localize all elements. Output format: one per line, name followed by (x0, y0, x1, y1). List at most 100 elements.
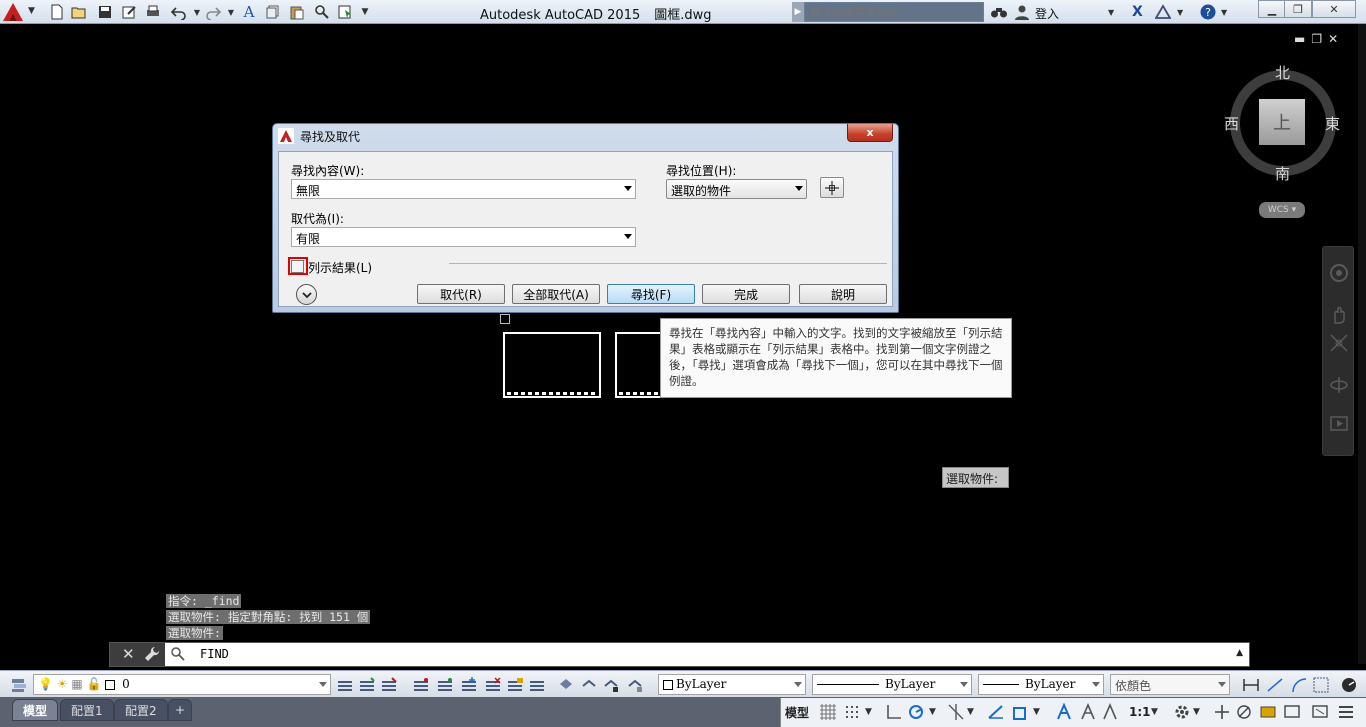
layer-combo[interactable]: 💡 ☀ ▦ 🔓 0 (33, 674, 331, 695)
clean-screen-toggle-icon[interactable] (1283, 703, 1301, 721)
properties-icon[interactable] (336, 3, 354, 21)
plot-style-combo[interactable]: 依顏色 (1110, 674, 1230, 695)
copy-icon[interactable] (264, 3, 282, 21)
object-snap-tracking-icon[interactable] (947, 703, 965, 721)
quick-calc-icon[interactable] (1340, 676, 1358, 694)
freeze-layer-icon[interactable] (460, 676, 478, 694)
customize-toolbar-icon[interactable]: ▼ (356, 3, 374, 21)
unisolate-layer-icon[interactable] (436, 676, 454, 694)
object-snap-icon[interactable] (987, 703, 1005, 721)
lineweight-combo[interactable]: ByLayer (978, 674, 1104, 695)
isolate-objects-icon[interactable] (1235, 703, 1253, 721)
wcs-menu[interactable]: WCS ▾ (1259, 202, 1305, 218)
close-icon[interactable]: ✕ (122, 645, 135, 663)
snap-dropdown-icon[interactable]: ▼ (865, 703, 883, 721)
layer-thaw-icon[interactable]: ☀ (57, 677, 68, 691)
compass-north[interactable]: 北 (1275, 62, 1290, 83)
done-button[interactable]: 完成 (702, 284, 790, 304)
make-current-layer-icon[interactable] (336, 676, 354, 694)
layer-walk-icon[interactable] (528, 676, 546, 694)
compass-east[interactable]: 東 (1325, 113, 1340, 134)
customization-menu-icon[interactable] (1337, 703, 1355, 721)
isolate-layer-icon[interactable] (412, 676, 430, 694)
chevron-down-icon[interactable] (1092, 682, 1100, 687)
close-window-button[interactable]: ✕ (1312, 0, 1356, 18)
find-button[interactable]: 尋找(F) (607, 284, 695, 304)
layer-unlock-icon[interactable]: 🔓 (87, 677, 102, 691)
paste-icon[interactable] (288, 3, 306, 21)
find-what-combo[interactable]: 無限 (291, 179, 636, 199)
showmotion-icon[interactable] (1329, 413, 1349, 433)
lock-layer-icon[interactable] (506, 676, 524, 694)
polar-tracking-icon[interactable] (907, 703, 925, 721)
redo-icon[interactable] (204, 3, 222, 21)
tab-layout2[interactable]: 配置2 (114, 699, 168, 721)
chevron-down-icon[interactable] (319, 682, 327, 687)
recent-commands-icon[interactable] (170, 646, 186, 662)
aligned-dimension-icon[interactable] (1266, 676, 1284, 694)
viewport-close-icon[interactable]: ✕ (1328, 32, 1344, 46)
help-dropdown-icon[interactable]: ▼ (1221, 3, 1227, 21)
chevron-up-icon[interactable]: ▲ (1236, 648, 1243, 658)
wrench-icon[interactable] (144, 646, 160, 662)
signin-label[interactable]: 登入 (1035, 5, 1059, 22)
tab-model[interactable]: 模型 (12, 699, 59, 721)
replace-with-combo[interactable]: 有限 (291, 227, 636, 247)
replace-all-button[interactable]: 全部取代(A) (512, 284, 600, 304)
match-layer-icon[interactable] (358, 676, 376, 694)
scale-dropdown-icon[interactable]: ▼ (1151, 703, 1169, 721)
replace-button[interactable]: 取代(R) (417, 284, 505, 304)
plus-icon[interactable] (1213, 703, 1231, 721)
new-file-icon[interactable] (48, 3, 66, 21)
text-tool-icon[interactable]: A (240, 3, 258, 21)
help-button[interactable]: 說明 (799, 284, 887, 304)
viewport-restore-icon[interactable]: ❐ (1311, 32, 1328, 46)
app-menu-arrow-icon[interactable]: ▼ (28, 6, 35, 16)
snap-icon[interactable] (843, 703, 861, 721)
unlock-objects-layer-icon[interactable] (626, 676, 644, 694)
compass-south[interactable]: 南 (1275, 163, 1290, 184)
viewport-scrollbar[interactable] (1358, 24, 1366, 664)
auto-scale-icon[interactable] (1079, 702, 1097, 721)
a360-dropdown-icon[interactable]: ▼ (1177, 3, 1183, 21)
signin-dropdown-icon[interactable]: ▼ (1108, 3, 1114, 21)
dimension-style-icon[interactable] (1312, 676, 1330, 694)
save-as-icon[interactable] (120, 3, 138, 21)
clean-screen-icon[interactable] (1311, 703, 1329, 721)
annotation-scale-value[interactable]: 1:1 (1129, 705, 1151, 719)
osnap-dropdown-icon[interactable]: ▼ (967, 703, 985, 721)
dialog-close-button[interactable]: x (847, 124, 893, 142)
viewport-controls[interactable]: ▬❐✕ (1294, 32, 1344, 46)
command-line-grip[interactable]: ✕ (110, 643, 165, 666)
workspace-dropdown-icon[interactable]: ▼ (1193, 703, 1211, 721)
layer-on-icon[interactable]: 💡 (38, 677, 53, 691)
user-icon[interactable] (1014, 3, 1030, 21)
annotation-scale-icon[interactable] (1101, 702, 1119, 721)
change-to-current-layer-icon[interactable] (557, 676, 575, 694)
chevron-down-icon[interactable] (794, 682, 802, 687)
command-line[interactable]: ✕ FIND ▲ (109, 642, 1250, 667)
ortho-icon[interactable] (885, 703, 903, 721)
add-layout-tab[interactable]: + (168, 699, 193, 721)
zoom-icon[interactable] (313, 3, 331, 21)
chevron-down-icon[interactable] (624, 234, 632, 239)
steering-wheel-icon[interactable] (1329, 263, 1349, 283)
help-search-input[interactable] (804, 2, 984, 22)
viewport-minimize-icon[interactable]: ▬ (1294, 32, 1311, 46)
open-file-icon[interactable] (70, 3, 88, 21)
workspace-gear-icon[interactable] (1173, 703, 1191, 721)
list-results-label[interactable]: 列示結果(L) (308, 259, 372, 276)
viewcube-top-face[interactable]: 上 (1259, 99, 1305, 145)
minimize-button[interactable]: ▁ (1258, 0, 1286, 18)
dynamic-ucs-icon[interactable] (1011, 703, 1029, 721)
layer-properties-icon[interactable] (10, 676, 28, 694)
redo-dropdown-icon[interactable]: ▼ (222, 3, 240, 21)
select-objects-button[interactable] (820, 177, 844, 198)
lock-objects-layer-icon[interactable] (602, 676, 620, 694)
linetype-combo[interactable]: ByLayer (812, 674, 972, 695)
print-icon[interactable] (144, 3, 162, 21)
save-icon[interactable] (96, 3, 114, 21)
zoom-extents-icon[interactable] (1329, 333, 1349, 353)
pan-icon[interactable] (1329, 305, 1349, 325)
chevron-down-icon[interactable] (1218, 682, 1226, 687)
